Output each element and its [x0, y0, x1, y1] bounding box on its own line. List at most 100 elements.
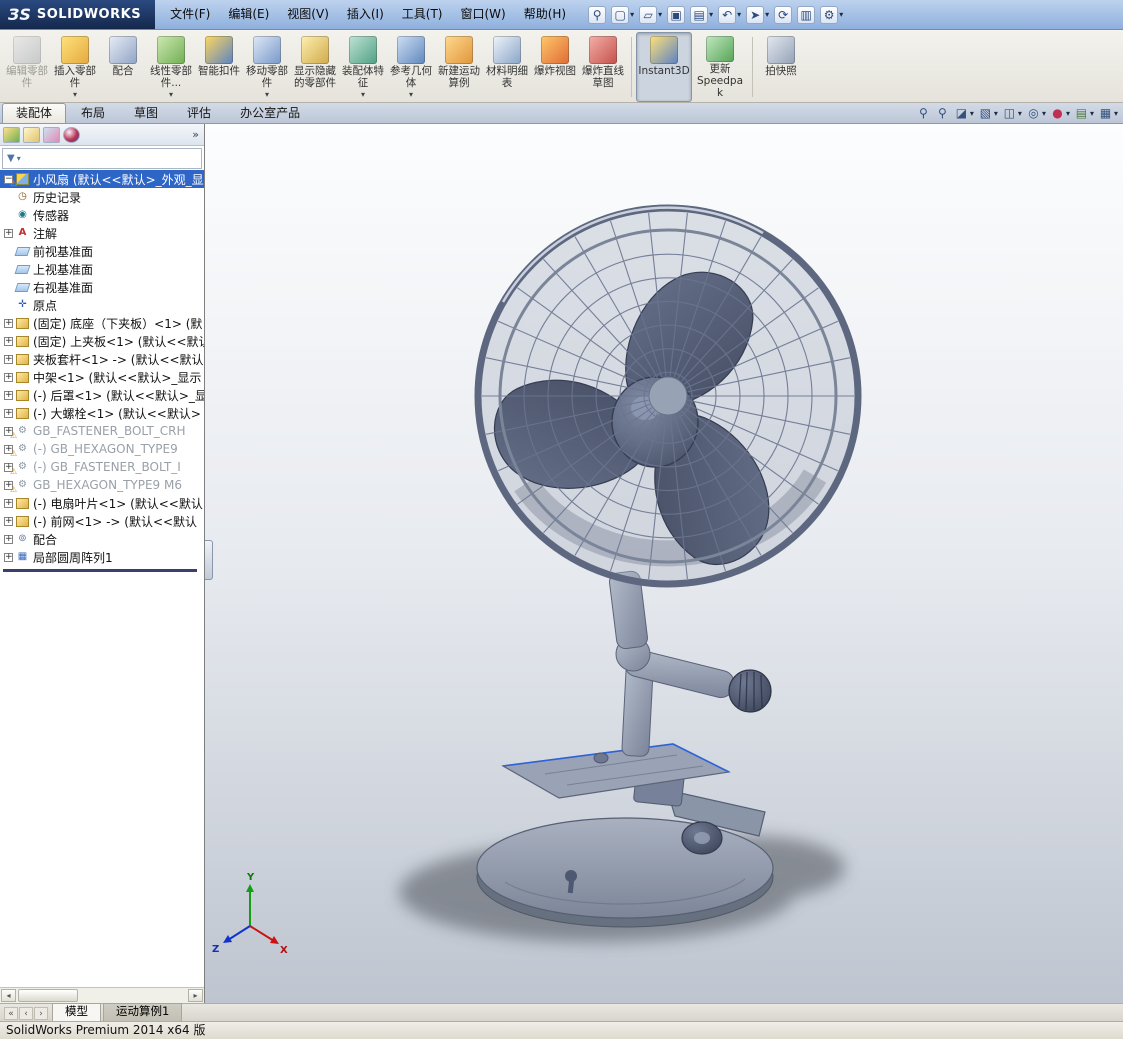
tree-item[interactable]: +(-) 前网<1> -> (默认<<默认 [0, 512, 204, 530]
tree-expand-toggle[interactable]: + [4, 535, 13, 544]
tree-expand-toggle[interactable]: + [4, 319, 13, 328]
rebuild-button[interactable]: ⟳ [773, 5, 793, 25]
tree-expand-toggle[interactable]: + [4, 229, 13, 238]
tree-item[interactable]: −⚠小风扇 (默认<<默认>_外观_显 [0, 170, 204, 188]
view-orientation[interactable]: ▧▾ [978, 106, 998, 121]
ribbon-button-bom[interactable]: 材料明细表 [483, 32, 531, 102]
tree-expand-toggle[interactable]: + [4, 517, 13, 526]
section-view[interactable]: ◪▾ [954, 106, 974, 121]
dropdown-arrow-icon[interactable]: ▾ [737, 10, 741, 19]
tree-item[interactable]: +夹板套杆<1> -> (默认<<默认 [0, 350, 204, 368]
ribbon-button-smart-fasteners[interactable]: 智能扣件 [195, 32, 243, 102]
tab-5[interactable]: 办公室产品 [226, 103, 314, 123]
open-button[interactable]: ▱▾ [638, 5, 663, 25]
tab-scroll-button-1[interactable]: « [4, 1007, 18, 1020]
select-button[interactable]: ➤▾ [745, 5, 770, 25]
zoom-area[interactable]: ⚲ [935, 106, 950, 121]
configuration-manager-tab[interactable] [43, 127, 60, 143]
tab-1[interactable]: 装配体 [2, 103, 66, 123]
tab-4[interactable]: 评估 [173, 103, 225, 123]
ribbon-button-move-component[interactable]: 移动零部件▾ [243, 32, 291, 102]
tree-item[interactable]: 右视基准面 [0, 278, 204, 296]
view-settings[interactable]: ▦▾ [1098, 106, 1118, 121]
tree-expand-toggle[interactable]: + [4, 337, 13, 346]
undo-button[interactable]: ↶▾ [717, 5, 742, 25]
filter-dropdown-icon[interactable]: ▾ [17, 154, 21, 163]
clamp-base[interactable] [477, 744, 773, 927]
tree-expand-toggle[interactable]: + [4, 373, 13, 382]
menu-item-3[interactable]: 视图(V) [278, 0, 338, 29]
dropdown-arrow-icon[interactable]: ▾ [839, 10, 843, 19]
3d-viewport-canvas[interactable]: Y X Z [205, 124, 1123, 1003]
tree-item[interactable]: +配合 [0, 530, 204, 548]
dropdown-arrow-icon[interactable]: ▾ [1042, 109, 1046, 118]
tree-item[interactable]: +注解 [0, 224, 204, 242]
tree-item[interactable]: +(-) 电扇叶片<1> (默认<<默认 [0, 494, 204, 512]
dropdown-arrow-icon[interactable]: ▾ [409, 91, 413, 99]
ribbon-button-update-speedpak[interactable]: 更新Speedpak [692, 32, 748, 102]
feature-manager-tab[interactable] [3, 127, 20, 143]
tree-item[interactable]: +中架<1> (默认<<默认>_显示 [0, 368, 204, 386]
fan-head[interactable] [476, 206, 860, 586]
zoom-fit[interactable]: ⚲ [916, 106, 931, 121]
dropdown-arrow-icon[interactable]: ▾ [265, 91, 269, 99]
dropdown-arrow-icon[interactable]: ▾ [630, 10, 634, 19]
print-button[interactable]: ▤▾ [689, 5, 714, 25]
dropdown-arrow-icon[interactable]: ▾ [1114, 109, 1118, 118]
tree-filter[interactable]: ▼ ▾ [2, 148, 202, 169]
tree-expand-toggle[interactable]: + [4, 499, 13, 508]
rollback-bar[interactable] [3, 569, 197, 572]
tree-item[interactable]: +(-) 后罩<1> (默认<<默认>_显 [0, 386, 204, 404]
panel-overflow-chevron[interactable]: » [192, 128, 201, 141]
menu-item-6[interactable]: 窗口(W) [451, 0, 514, 29]
tab-scroll-button-2[interactable]: ‹ [19, 1007, 33, 1020]
tree-expand-toggle[interactable]: + [4, 553, 13, 562]
scrollbar-thumb[interactable] [18, 989, 78, 1002]
tree-item[interactable]: 原点 [0, 296, 204, 314]
property-manager-tab[interactable] [23, 127, 40, 143]
ribbon-button-show-hidden[interactable]: 显示隐藏的零部件 [291, 32, 339, 102]
scroll-left-button[interactable]: ◂ [1, 989, 16, 1002]
dropdown-arrow-icon[interactable]: ▾ [361, 91, 365, 99]
dropdown-arrow-icon[interactable]: ▾ [765, 10, 769, 19]
hide-show-items[interactable]: ◎▾ [1026, 106, 1046, 121]
ribbon-button-linear-pattern[interactable]: 线性零部件...▾ [147, 32, 195, 102]
tree-item[interactable]: +(固定) 底座（下夹板）<1> (默 [0, 314, 204, 332]
filter-funnel-icon[interactable]: ▼ [3, 153, 17, 164]
ribbon-button-assembly-features[interactable]: 装配体特征▾ [339, 32, 387, 102]
tree-item[interactable]: +⚠(-) GB_HEXAGON_TYPE9 [0, 440, 204, 458]
tree-item[interactable]: +⚠GB_HEXAGON_TYPE9 M6 [0, 476, 204, 494]
tree-item[interactable]: 前视基准面 [0, 242, 204, 260]
display-style[interactable]: ◫▾ [1002, 106, 1022, 121]
tab-scroll-button-3[interactable]: › [34, 1007, 48, 1020]
search-button[interactable]: ⚲ [587, 5, 607, 25]
graphics-area[interactable]: Y X Z [205, 124, 1123, 1003]
tree-item[interactable]: 历史记录 [0, 188, 204, 206]
menu-item-2[interactable]: 编辑(E) [219, 0, 278, 29]
dropdown-arrow-icon[interactable]: ▾ [169, 91, 173, 99]
ribbon-button-mate[interactable]: 配合 [99, 32, 147, 102]
tree-item[interactable]: +⚠(-) GB_FASTENER_BOLT_I [0, 458, 204, 476]
new-document-button[interactable]: ▢▾ [610, 5, 635, 25]
display-manager-tab[interactable] [63, 127, 80, 143]
ribbon-button-instant3d[interactable]: Instant3D [636, 32, 692, 102]
tree-item[interactable]: 上视基准面 [0, 260, 204, 278]
ribbon-button-explode-line-sketch[interactable]: 爆炸直线草图 [579, 32, 627, 102]
scroll-right-button[interactable]: ▸ [188, 989, 203, 1002]
ribbon-button-snapshot[interactable]: 拍快照 [757, 32, 805, 102]
panel-splitter-handle[interactable] [205, 540, 213, 580]
menu-item-7[interactable]: 帮助(H) [515, 0, 575, 29]
tree-expand-toggle[interactable]: + [4, 409, 13, 418]
menu-item-4[interactable]: 插入(I) [338, 0, 393, 29]
panel-horizontal-scrollbar[interactable]: ◂ ▸ [0, 987, 204, 1003]
dropdown-arrow-icon[interactable]: ▾ [73, 91, 77, 99]
tree-item[interactable]: +局部圆周阵列1 [0, 548, 204, 566]
tree-expand-toggle[interactable]: + [4, 391, 13, 400]
tree-item[interactable]: 传感器 [0, 206, 204, 224]
tilt-knob[interactable] [729, 670, 771, 712]
tab-3[interactable]: 草图 [120, 103, 172, 123]
save-button[interactable]: ▣ [666, 5, 686, 25]
dropdown-arrow-icon[interactable]: ▾ [658, 10, 662, 19]
dropdown-arrow-icon[interactable]: ▾ [1066, 109, 1070, 118]
tree-expand-toggle[interactable]: + [4, 355, 13, 364]
